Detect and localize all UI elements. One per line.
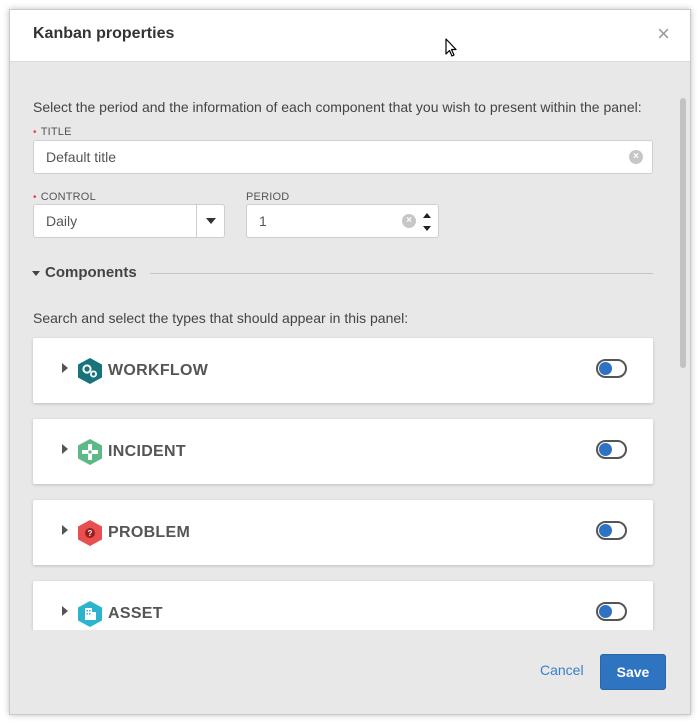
component-card-asset[interactable]: ASSET	[33, 581, 653, 630]
component-card-workflow[interactable]: WORKFLOW	[33, 338, 653, 403]
component-label: INCIDENT	[108, 443, 186, 460]
building-icon	[78, 601, 102, 627]
clear-period-icon[interactable]: ×	[402, 214, 416, 228]
expand-caret-icon[interactable]	[62, 363, 68, 373]
components-section-title: Components	[45, 264, 137, 281]
component-card-problem[interactable]: ? PROBLEM	[33, 500, 653, 565]
kanban-properties-dialog: Kanban properties × Select the period an…	[9, 9, 691, 715]
period-label: PERIOD	[246, 191, 290, 203]
title-input-value: Default title	[46, 149, 117, 165]
toggle-knob	[599, 362, 612, 375]
collapse-caret-icon[interactable]	[32, 271, 40, 276]
clear-title-icon[interactable]: ×	[629, 150, 643, 164]
components-section-header[interactable]: Components	[32, 264, 653, 284]
components-hint: Search and select the types that should …	[33, 310, 409, 326]
asset-toggle[interactable]	[596, 602, 627, 621]
mouse-cursor-icon	[445, 38, 457, 57]
scrollbar-thumb[interactable]	[680, 98, 686, 368]
decrement-icon[interactable]	[423, 226, 431, 231]
dropdown-arrow-icon[interactable]	[196, 205, 224, 237]
title-label: • TITLE	[33, 126, 72, 138]
toggle-knob	[599, 524, 612, 537]
dialog-header: Kanban properties ×	[10, 10, 690, 62]
workflow-toggle[interactable]	[596, 359, 627, 378]
control-select-value: Daily	[46, 213, 78, 229]
dialog-footer: Cancel Save	[10, 630, 690, 714]
required-marker: •	[33, 192, 37, 203]
toggle-knob	[599, 605, 612, 618]
component-label: ASSET	[108, 605, 163, 622]
dialog-title: Kanban properties	[33, 25, 175, 42]
save-button[interactable]: Save	[600, 654, 666, 690]
expand-caret-icon[interactable]	[62, 444, 68, 454]
period-stepper[interactable]	[422, 205, 434, 237]
section-divider	[150, 273, 653, 274]
incident-toggle[interactable]	[596, 440, 627, 459]
component-card-incident[interactable]: INCIDENT	[33, 419, 653, 484]
dialog-body: Select the period and the information of…	[10, 62, 690, 630]
period-input-value: 1	[259, 213, 267, 229]
component-label: WORKFLOW	[108, 362, 209, 379]
intro-text: Select the period and the information of…	[33, 99, 642, 115]
question-icon: ?	[78, 520, 102, 546]
cross-arrows-icon	[78, 439, 102, 465]
expand-caret-icon[interactable]	[62, 525, 68, 535]
expand-caret-icon[interactable]	[62, 606, 68, 616]
close-button[interactable]: ×	[657, 23, 670, 45]
gears-icon	[78, 358, 102, 384]
svg-text:?: ?	[88, 529, 93, 538]
toggle-knob	[599, 443, 612, 456]
required-marker: •	[33, 127, 37, 138]
increment-icon[interactable]	[423, 213, 431, 218]
component-label: PROBLEM	[108, 524, 191, 541]
problem-toggle[interactable]	[596, 521, 627, 540]
control-label: • CONTROL	[33, 191, 96, 203]
period-input[interactable]: 1 ×	[246, 204, 439, 238]
title-input[interactable]: Default title ×	[33, 140, 653, 174]
cancel-button[interactable]: Cancel	[540, 662, 584, 678]
control-select[interactable]: Daily	[33, 204, 225, 238]
